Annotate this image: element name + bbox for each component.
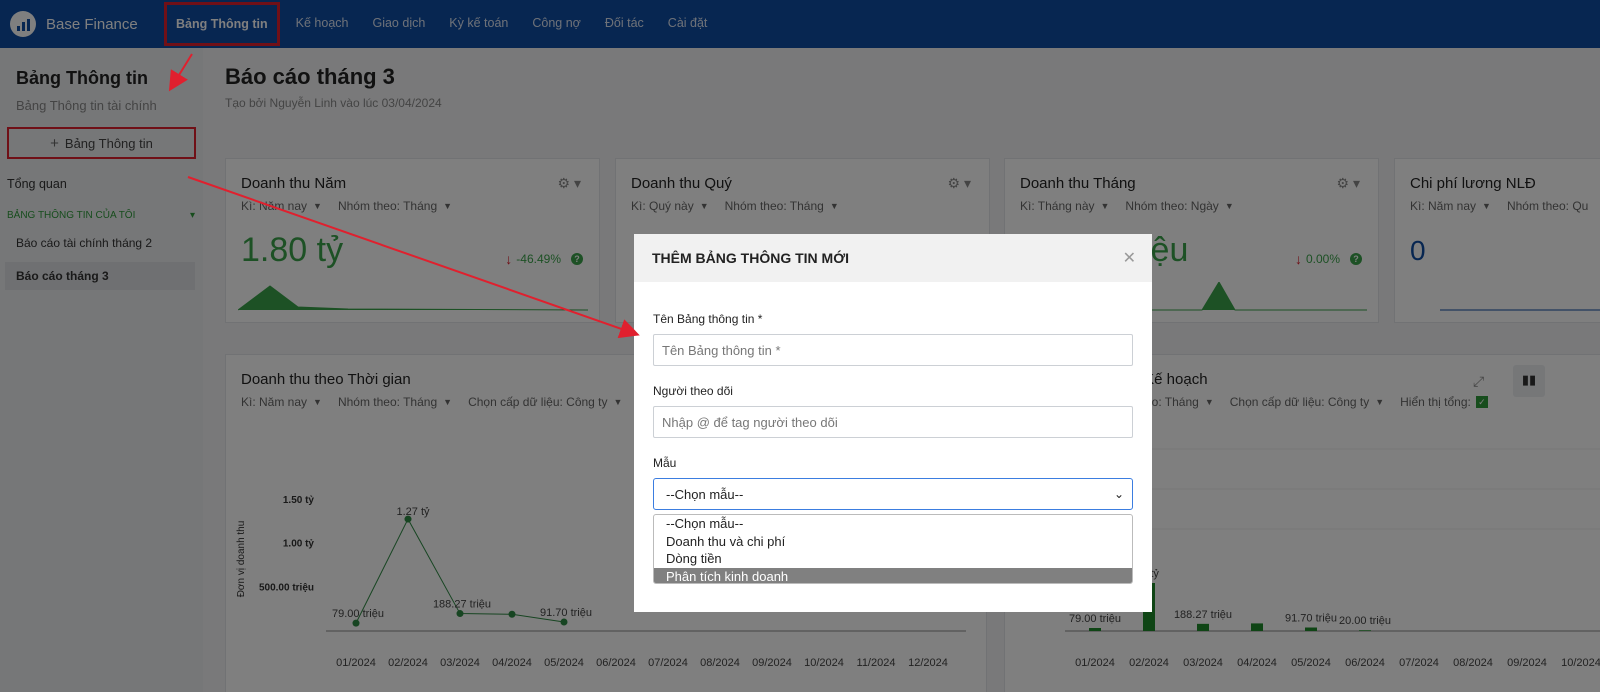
annotation-arrow bbox=[187, 176, 640, 339]
annotation-arrow bbox=[168, 53, 193, 92]
tutorial-annotations bbox=[168, 53, 640, 339]
